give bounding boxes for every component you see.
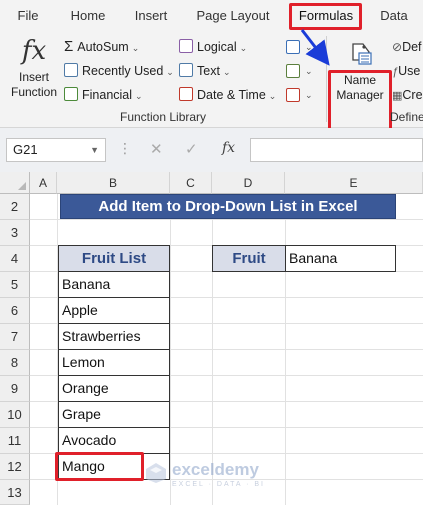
sheet-title[interactable]: Add Item to Drop-Down List in Excel: [60, 194, 396, 219]
row-header-6[interactable]: 6: [0, 298, 30, 324]
select-all-corner[interactable]: [0, 172, 30, 194]
name-box-value: G21: [13, 142, 38, 157]
column-header-e[interactable]: E: [285, 172, 423, 194]
column-header-b[interactable]: B: [57, 172, 170, 194]
select-all-icon: [18, 182, 26, 190]
fruit-cell-b9[interactable]: Orange: [58, 375, 170, 402]
row-header-12[interactable]: 12: [0, 454, 30, 480]
fruit-cell-b5[interactable]: Banana: [58, 271, 170, 298]
name-box[interactable]: G21 ▼: [6, 138, 106, 162]
fruit-dropdown-cell[interactable]: Banana: [285, 245, 396, 272]
formula-bar: G21 ▼ ⋮ ✕ ✓ fx: [0, 128, 423, 172]
row-header-4[interactable]: 4: [0, 246, 30, 272]
watermark-tagline: EXCEL · DATA · BI: [172, 481, 265, 488]
exceldemy-watermark: exceldemy EXCEL · DATA · BI: [142, 459, 292, 499]
fruit-cell-b8[interactable]: Lemon: [58, 349, 170, 376]
fruit-label[interactable]: Fruit: [212, 245, 286, 272]
fruit-list-header[interactable]: Fruit List: [58, 245, 170, 272]
row-header-2[interactable]: 2: [0, 194, 30, 220]
fruit-cell-b7[interactable]: Strawberries: [58, 323, 170, 350]
row-header-3[interactable]: 3: [0, 220, 30, 246]
row-header-11[interactable]: 11: [0, 428, 30, 454]
cancel-icon[interactable]: ✕: [150, 140, 163, 158]
column-header-a[interactable]: A: [30, 172, 57, 194]
row-header-9[interactable]: 9: [0, 376, 30, 402]
row-header-5[interactable]: 5: [0, 272, 30, 298]
row-header-7[interactable]: 7: [0, 324, 30, 350]
insert-function-fx-icon[interactable]: fx: [222, 140, 235, 156]
row-header-13[interactable]: 13: [0, 480, 30, 505]
fruit-cell-b6[interactable]: Apple: [58, 297, 170, 324]
formula-input[interactable]: [250, 138, 423, 162]
column-header-c[interactable]: C: [170, 172, 212, 194]
exceldemy-logo-icon: [146, 463, 166, 483]
row-header-8[interactable]: 8: [0, 350, 30, 376]
watermark-name: exceldemy: [172, 460, 259, 479]
fruit-cell-b11[interactable]: Avocado: [58, 427, 170, 454]
drag-handle-icon[interactable]: ⋮: [118, 140, 132, 157]
chevron-down-icon: ▼: [90, 145, 99, 155]
row-header-10[interactable]: 10: [0, 402, 30, 428]
enter-icon[interactable]: ✓: [185, 140, 198, 158]
fruit-cell-b10[interactable]: Grape: [58, 401, 170, 428]
column-header-d[interactable]: D: [212, 172, 285, 194]
